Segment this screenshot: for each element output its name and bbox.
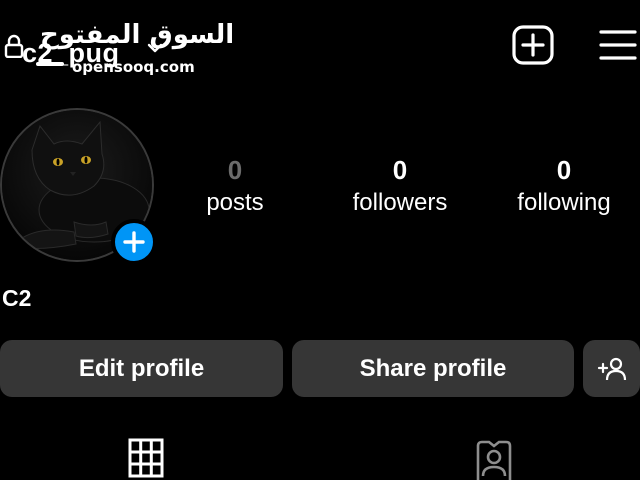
add-person-icon — [597, 357, 626, 380]
add-person-button[interactable] — [583, 340, 640, 397]
following-label: following — [517, 189, 611, 216]
profile-name: C2 — [2, 285, 32, 311]
followers-label: followers — [352, 189, 448, 216]
watermark-latin: opensooq.com — [72, 58, 195, 76]
edit-profile-button[interactable]: Edit profile — [0, 340, 283, 397]
plus-icon — [123, 231, 145, 253]
lock-icon — [4, 34, 24, 58]
posts-label: posts — [206, 189, 264, 216]
following-count: 0 — [556, 155, 572, 185]
hamburger-menu-icon[interactable] — [598, 27, 638, 63]
followers-count: 0 — [392, 155, 408, 185]
watermark-arabic: السوق المفتوح — [40, 20, 235, 50]
plus-square-icon[interactable] — [511, 25, 555, 65]
stat-followers[interactable]: 0 followers — [330, 155, 470, 218]
watermark-divider — [36, 62, 64, 66]
grid-icon[interactable] — [126, 436, 166, 480]
add-story-button[interactable] — [111, 219, 157, 265]
stat-posts: 0 posts — [165, 155, 305, 218]
posts-count: 0 — [227, 155, 243, 185]
tagged-person-icon[interactable] — [474, 440, 514, 480]
share-profile-button[interactable]: Share profile — [292, 340, 574, 397]
stat-following[interactable]: 0 following — [494, 155, 634, 218]
